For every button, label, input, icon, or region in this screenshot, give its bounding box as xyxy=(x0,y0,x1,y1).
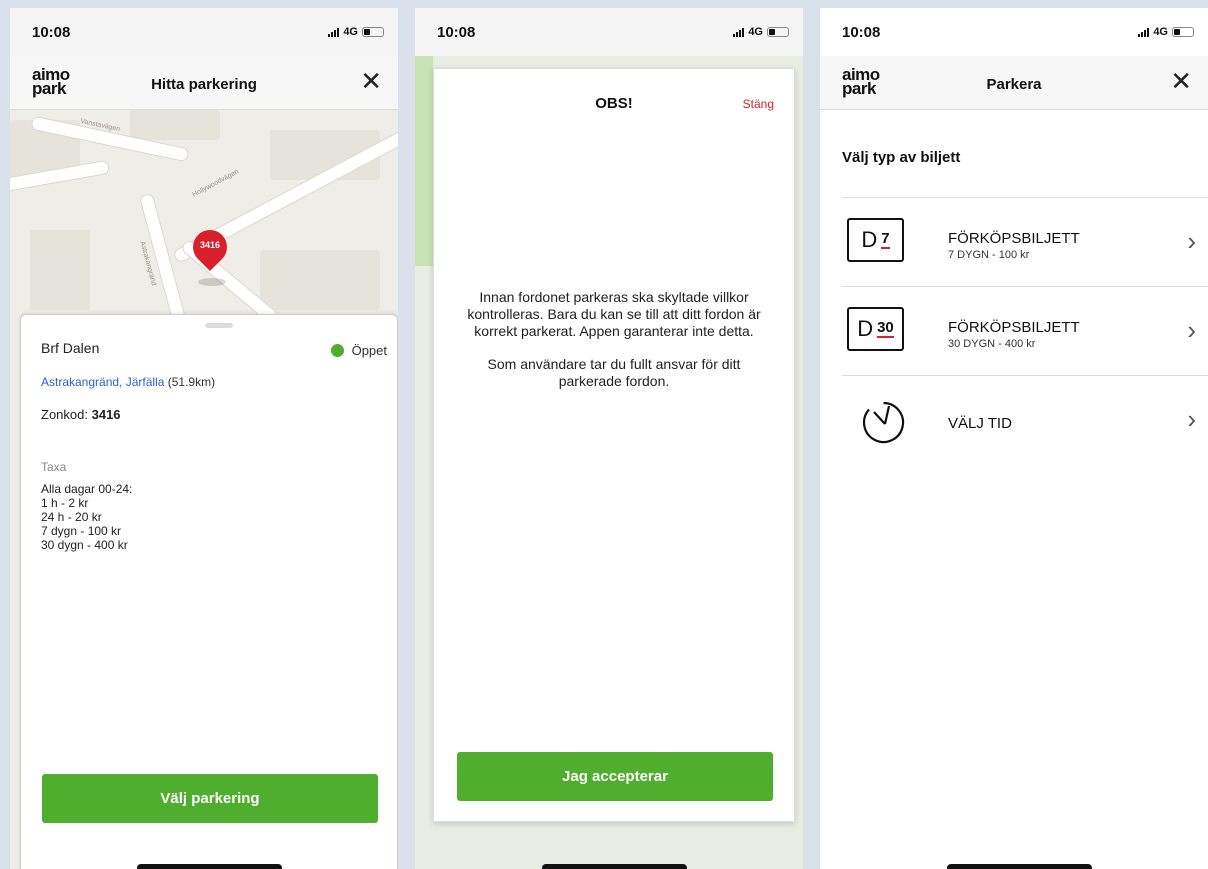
accept-button[interactable]: Jag accepterar xyxy=(457,752,773,801)
status-time: 10:08 xyxy=(32,24,71,41)
road-label: Hollywoodvägen xyxy=(191,168,241,199)
signal-icon xyxy=(1138,27,1150,37)
clock-icon xyxy=(862,401,905,444)
ticket-title: FÖRKÖPSBILJETT xyxy=(948,230,1080,247)
modal-close-link[interactable]: Stäng xyxy=(743,97,774,111)
section-heading: Välj typ av biljett xyxy=(842,149,961,166)
ticket-row-30-days[interactable]: D 30 FÖRKÖPSBILJETT 30 DYGN - 400 kr › xyxy=(820,287,1208,375)
parking-address: Astrakangränd, Järfälla (51.9km) xyxy=(41,375,216,389)
ticket-row-7-days[interactable]: D7 FÖRKÖPSBILJETT 7 DYGN - 100 kr › xyxy=(820,198,1208,286)
battery-icon xyxy=(362,27,384,37)
status-bar: 10:08 4G xyxy=(820,8,1208,56)
ticket-title: FÖRKÖPSBILJETT xyxy=(948,319,1080,336)
chevron-right-icon: › xyxy=(1187,315,1196,345)
chevron-right-icon: › xyxy=(1187,226,1196,256)
pin-zone-code: 3416 xyxy=(199,240,221,250)
home-indicator xyxy=(947,864,1092,869)
battery-icon xyxy=(767,27,789,37)
signal-icon xyxy=(328,27,340,37)
rate-label: Taxa xyxy=(41,460,67,474)
close-icon[interactable]: ✕ xyxy=(360,68,382,94)
home-indicator xyxy=(137,864,282,869)
ticket-7-icon: D7 xyxy=(847,218,904,262)
rate-list: Alla dagar 00-24: 1 h - 2 kr 24 h - 20 k… xyxy=(41,482,133,552)
notice-screen: 10:08 4G OBS! Stäng Innan fordonet parke… xyxy=(415,8,803,869)
status-bar: 10:08 4G xyxy=(415,8,803,56)
find-parking-screen: 10:08 4G aimo park Hitta parkering ✕ Vans… xyxy=(10,8,398,869)
status-dot-icon xyxy=(330,344,344,357)
home-indicator xyxy=(542,864,687,869)
modal-title: OBS! xyxy=(595,95,633,112)
page-title: Hitta parkering xyxy=(151,76,257,93)
close-icon[interactable]: ✕ xyxy=(1170,68,1192,94)
status-time: 10:08 xyxy=(437,24,476,41)
address-link[interactable]: Astrakangränd, Järfälla xyxy=(41,375,164,389)
parking-info-panel: Brf Dalen Öppet Astrakangränd, Järfälla … xyxy=(20,314,398,869)
nav-bar: aimo park Parkera ✕ xyxy=(820,56,1208,110)
battery-icon xyxy=(1172,27,1194,37)
chevron-right-icon: › xyxy=(1187,404,1196,434)
ticket-price: 7 DYGN - 100 kr xyxy=(948,249,1030,261)
ticket-30-icon: D 30 xyxy=(847,307,904,351)
choose-time-row[interactable]: VÄLJ TID › xyxy=(820,376,1208,464)
notice-modal: OBS! Stäng Innan fordonet parkeras ska s… xyxy=(433,68,795,822)
network-label: 4G xyxy=(343,26,358,38)
ticket-price: 30 DYGN - 400 kr xyxy=(948,338,1036,350)
parking-name: Brf Dalen xyxy=(41,340,100,356)
status-time: 10:08 xyxy=(842,24,881,41)
choose-parking-button[interactable]: Välj parkering xyxy=(42,774,378,823)
signal-icon xyxy=(733,27,745,37)
drag-handle[interactable] xyxy=(205,323,233,328)
zone-code: Zonkod: 3416 xyxy=(41,407,121,422)
choose-time-label: VÄLJ TID xyxy=(948,415,1012,432)
network-label: 4G xyxy=(748,26,763,38)
modal-message: Innan fordonet parkeras ska skyltade vil… xyxy=(467,289,761,389)
page-title: Parkera xyxy=(986,76,1042,93)
nav-bar: aimo park Hitta parkering ✕ xyxy=(10,56,398,110)
network-label: 4G xyxy=(1153,26,1168,38)
status-bar: 10:08 4G xyxy=(10,8,398,56)
status-badge: Öppet xyxy=(330,343,387,358)
park-screen: 10:08 4G aimo park Parkera ✕ Välj typ av … xyxy=(820,8,1208,869)
